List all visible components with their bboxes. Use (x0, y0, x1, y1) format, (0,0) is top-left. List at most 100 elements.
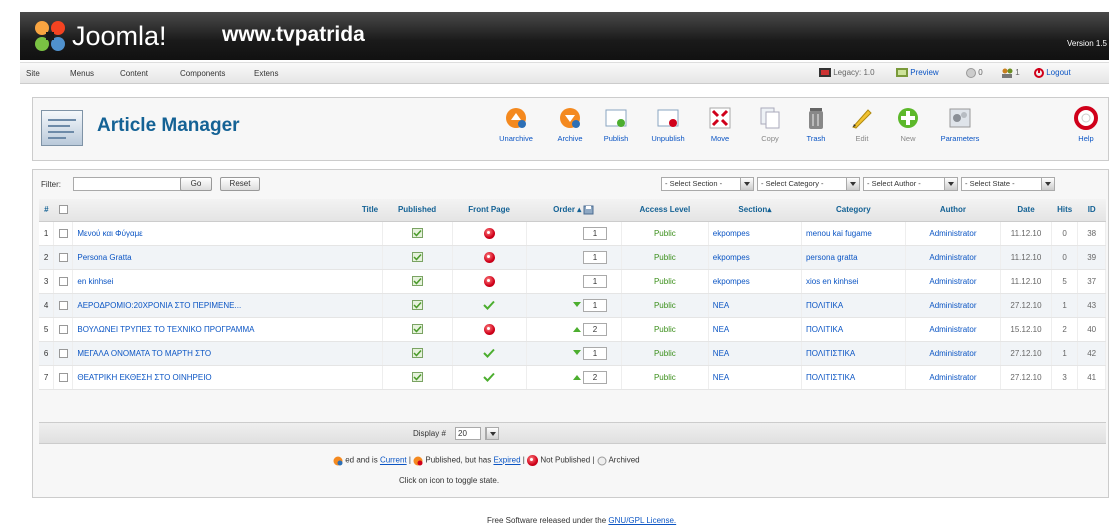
order-input[interactable]: 1 (582, 250, 607, 264)
published-icon[interactable] (411, 348, 423, 358)
row-checkbox[interactable] (58, 252, 68, 262)
parameters-button[interactable]: Parameters (937, 104, 983, 154)
published-cell[interactable] (382, 365, 453, 390)
legend-current-link[interactable]: Current (380, 456, 407, 465)
menu-extensions[interactable]: Extens (254, 69, 278, 78)
menu-components[interactable]: Components (180, 69, 225, 78)
order-down-icon[interactable] (572, 350, 581, 356)
messages-count[interactable]: 0 (966, 68, 983, 78)
row-checkbox-cell[interactable] (53, 221, 74, 246)
access-level-link[interactable]: Public (621, 269, 709, 294)
row-checkbox[interactable] (58, 276, 68, 286)
legend-expired-link[interactable]: Expired (493, 456, 520, 465)
order-input[interactable]: 2 (582, 370, 607, 384)
published-icon[interactable] (411, 276, 423, 286)
author-link[interactable]: Administrator (905, 293, 1002, 318)
display-dropdown-button[interactable] (485, 427, 499, 440)
access-level-link[interactable]: Public (621, 245, 709, 270)
category-link[interactable]: ΠΟΛΙΤΙΣΤΙΚΑ (801, 341, 906, 366)
front-page-cell[interactable] (452, 293, 527, 318)
row-checkbox-cell[interactable] (53, 365, 74, 390)
section-link[interactable]: ekpompes (708, 269, 802, 294)
col-section[interactable]: Section▴ (708, 199, 802, 222)
published-cell[interactable] (382, 317, 453, 342)
article-title-link[interactable]: en kinhsei (72, 269, 383, 294)
col-select-all[interactable] (53, 199, 73, 222)
section-link[interactable]: ekpompes (708, 221, 802, 246)
author-link[interactable]: Administrator (905, 221, 1002, 246)
published-icon[interactable] (411, 300, 423, 310)
row-checkbox[interactable] (58, 228, 68, 238)
row-checkbox[interactable] (58, 324, 68, 334)
order-down-icon[interactable] (572, 302, 581, 308)
order-input[interactable]: 1 (582, 298, 607, 312)
select-state[interactable]: - Select State - (961, 177, 1055, 191)
row-checkbox[interactable] (58, 348, 68, 358)
section-link[interactable]: NEA (708, 365, 802, 390)
author-link[interactable]: Administrator (905, 269, 1002, 294)
col-order[interactable]: Order ▴ (526, 199, 622, 222)
col-date[interactable]: Date (1000, 199, 1052, 222)
select-category[interactable]: - Select Category - (757, 177, 860, 191)
category-link[interactable]: ΠΟΛΙΤΙΚΑ (801, 293, 906, 318)
row-checkbox[interactable] (58, 372, 68, 382)
author-link[interactable]: Administrator (905, 341, 1002, 366)
row-checkbox[interactable] (58, 300, 68, 310)
published-icon[interactable] (411, 372, 423, 382)
col-title[interactable]: Title (72, 199, 383, 222)
front-page-cell[interactable] (452, 221, 527, 246)
move-button[interactable]: Move (697, 104, 743, 154)
front-page-yes-icon[interactable] (483, 300, 495, 310)
users-count[interactable]: 1 (1001, 68, 1020, 78)
reset-button[interactable]: Reset (220, 177, 260, 191)
front-page-cell[interactable] (452, 245, 527, 270)
article-title-link[interactable]: ΑΕΡΟΔΡΟΜΙΟ:20ΧΡΟΝΙΑ ΣΤΟ ΠΕΡΙΜΕΝΕ... (72, 293, 383, 318)
logout-link[interactable]: Logout (1034, 68, 1071, 78)
row-checkbox-cell[interactable] (53, 269, 74, 294)
preview-link[interactable]: Preview (896, 68, 939, 78)
published-cell[interactable] (382, 293, 453, 318)
order-up-icon[interactable] (572, 326, 581, 332)
article-title-link[interactable]: ΒΟΥΛΩΝΕΙ ΤΡΥΠΕΣ ΤΟ ΤΕΧΝΙΚΟ ΠΡΟΓΡΑΜΜΑ (72, 317, 383, 342)
go-button[interactable]: Go (180, 177, 212, 191)
row-checkbox-cell[interactable] (53, 245, 74, 270)
article-title-link[interactable]: ΘΕΑΤΡΙΚΗ ΕΚΘΕΣΗ ΣΤΟ ΟΙΝΗΡΕΙΟ (72, 365, 383, 390)
col-author[interactable]: Author (905, 199, 1001, 222)
row-checkbox-cell[interactable] (53, 293, 74, 318)
col-published[interactable]: Published (382, 199, 453, 222)
front-page-no-icon[interactable] (483, 323, 495, 335)
access-level-link[interactable]: Public (621, 293, 709, 318)
menu-content[interactable]: Content (120, 69, 148, 78)
published-cell[interactable] (382, 341, 453, 366)
published-icon[interactable] (411, 324, 423, 334)
edit-button[interactable]: Edit (839, 104, 885, 154)
save-order-icon[interactable] (583, 205, 594, 215)
help-button[interactable]: Help (1063, 104, 1109, 154)
archive-button[interactable]: Archive (547, 104, 593, 154)
order-input[interactable]: 1 (582, 226, 607, 240)
section-link[interactable]: ekpompes (708, 245, 802, 270)
copy-button[interactable]: Copy (747, 104, 793, 154)
access-level-link[interactable]: Public (621, 221, 709, 246)
access-level-link[interactable]: Public (621, 341, 709, 366)
front-page-no-icon[interactable] (483, 275, 495, 287)
author-link[interactable]: Administrator (905, 245, 1002, 270)
published-cell[interactable] (382, 221, 453, 246)
category-link[interactable]: ΠΟΛΙΤΙΣΤΙΚΑ (801, 365, 906, 390)
new-button[interactable]: New (885, 104, 931, 154)
article-title-link[interactable]: ΜΕΓΑΛΑ ΟΝΟΜΑΤΑ ΤΟ ΜΑΡΤΗ ΣΤΟ (72, 341, 383, 366)
article-title-link[interactable]: Μενού και Φύγαμε (72, 221, 383, 246)
col-access-level[interactable]: Access Level (621, 199, 709, 222)
category-link[interactable]: menou kai fugame (801, 221, 906, 246)
select-author[interactable]: - Select Author - (863, 177, 958, 191)
select-section[interactable]: - Select Section - (661, 177, 754, 191)
order-up-icon[interactable] (572, 374, 581, 380)
col-id[interactable]: ID (1077, 199, 1106, 222)
front-page-cell[interactable] (452, 317, 527, 342)
front-page-no-icon[interactable] (483, 227, 495, 239)
section-link[interactable]: NEA (708, 293, 802, 318)
author-link[interactable]: Administrator (905, 365, 1002, 390)
access-level-link[interactable]: Public (621, 365, 709, 390)
row-checkbox-cell[interactable] (53, 341, 74, 366)
front-page-yes-icon[interactable] (483, 372, 495, 382)
